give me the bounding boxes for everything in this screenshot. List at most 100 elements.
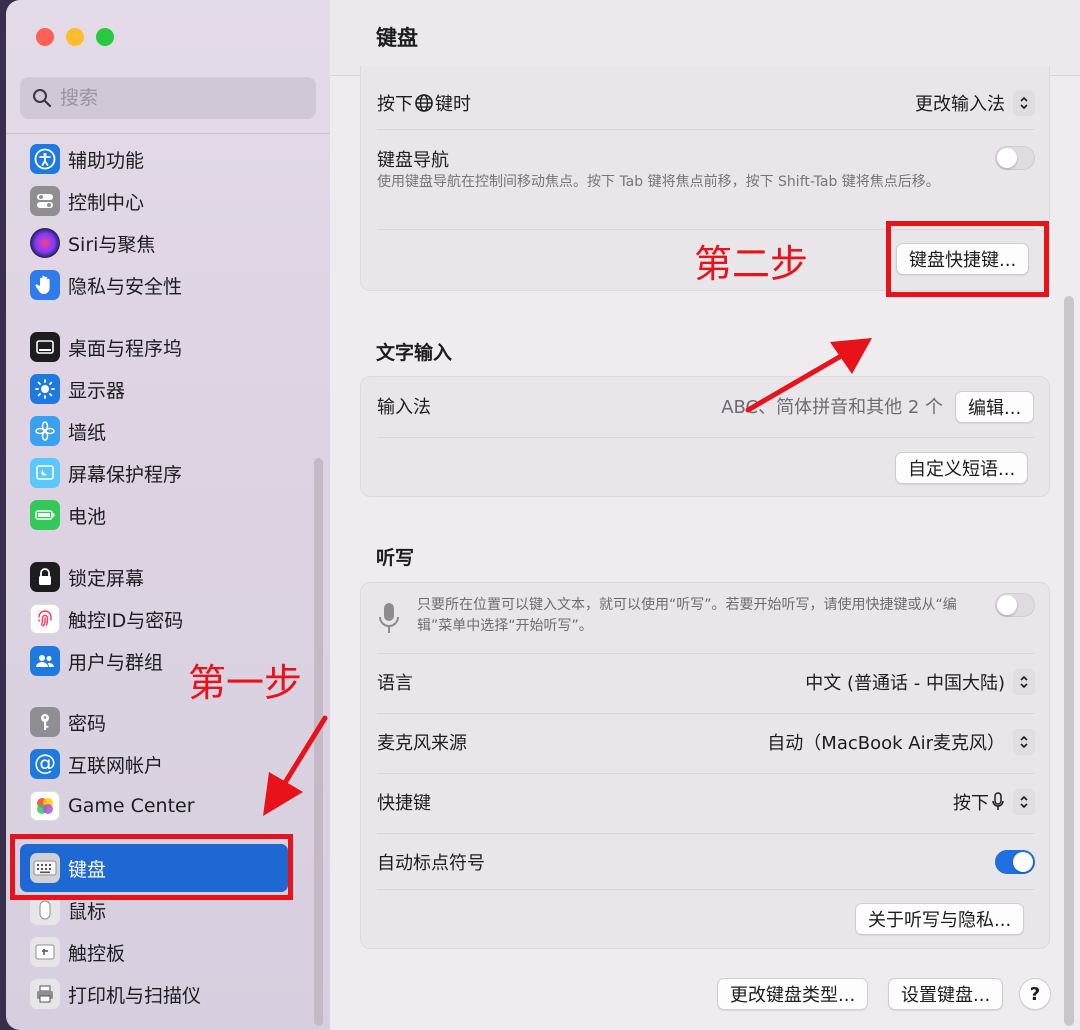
globe-key-label-pre: 按下 [377,94,413,115]
dock-icon [30,332,60,362]
sidebar-item-control-center[interactable]: 控制中心 [30,182,300,220]
sidebar-item-screensaver[interactable]: 屏幕保护程序 [30,454,300,492]
divider [377,129,1035,130]
sidebar-item-label: 电池 [68,505,107,528]
sidebar-item-label: Game Center [68,795,195,817]
printer-icon [30,979,60,1009]
sidebar-item-label: 屏幕保护程序 [68,463,183,486]
input-method-label: 输入法 [377,397,431,418]
sidebar-item-displays[interactable]: 显示器 [30,370,300,408]
main-pane: 键盘 按下 键时 更改输入法 键盘导航 使用键盘导航在控制间移动焦点。按下 Ta… [330,0,1080,1030]
minimize-window-button[interactable] [66,28,84,46]
auto-punctuation-row: 自动标点符号 [377,847,1035,877]
shortcut-popup[interactable]: 按下 [953,789,1035,815]
step1-highlight-box [10,834,293,900]
globe-key-row: 按下 键时 更改输入法 [377,88,1035,118]
keyboard-navigation-row: 键盘导航 [377,146,1035,172]
divider [377,653,1035,654]
language-value: 中文 (普通话 - 中国大陆) [805,673,1005,694]
search-input[interactable] [60,87,280,109]
step2-highlight-box [886,221,1049,297]
sidebar-item-siri[interactable]: Siri与聚焦 [30,224,300,262]
step1-arrow [263,715,328,816]
microphone-icon [379,603,399,633]
control-center-icon [30,186,60,216]
globe-icon [415,94,433,112]
setup-keyboard-button[interactable]: 设置键盘... [888,978,1004,1010]
edit-input-methods-button[interactable]: 编辑... [955,391,1035,423]
lock-icon [30,562,60,592]
keyboard-navigation-toggle[interactable] [995,146,1035,170]
sidebar-divider [6,133,330,134]
keyboard-navigation-description: 使用键盘导航在控制间移动焦点。按下 Tab 键将焦点前移，按下 Shift-Ta… [377,174,940,190]
sidebar-item-printers[interactable]: 打印机与扫描仪 [30,975,300,1013]
shortcut-label: 快捷键 [377,793,431,814]
sidebar-item-privacy[interactable]: 隐私与安全性 [30,266,300,304]
sidebar-item-accessibility[interactable]: 辅助功能 [30,140,300,178]
microphone-source-label: 麦克风来源 [377,733,467,754]
sidebar-item-label: 墙纸 [68,421,107,444]
language-popup[interactable]: 中文 (普通话 - 中国大陆) [805,669,1035,695]
sidebar-item-desktop-dock[interactable]: 桌面与程序坞 [30,328,300,366]
divider [377,833,1035,834]
microphone-source-row: 麦克风来源 自动（MacBook Air麦克风） [377,727,1035,757]
trackpad-icon [30,937,60,967]
sidebar-item-lock-screen[interactable]: 锁定屏幕 [30,558,300,596]
search-field[interactable] [20,77,316,119]
globe-key-popup[interactable]: 更改输入法 [915,90,1035,116]
input-method-row: 输入法 ABC、简体拼音和其他 2 个 [377,391,1035,421]
chevron-updown-icon [1013,669,1035,695]
key-icon [30,707,60,737]
sidebar-item-label: Siri与聚焦 [68,233,156,256]
chevron-updown-icon [1013,90,1035,116]
fingerprint-icon [30,604,60,634]
sidebar-item-wallpaper[interactable]: 墙纸 [30,412,300,450]
globe-key-value: 更改输入法 [915,94,1005,115]
dictation-privacy-button[interactable]: 关于听写与隐私... [855,903,1025,935]
battery-icon [30,500,60,530]
siri-icon [30,228,60,258]
auto-punctuation-label: 自动标点符号 [377,853,485,874]
sidebar-item-label: 用户与群组 [68,651,164,674]
help-button[interactable]: ? [1019,978,1051,1010]
dictation-section-title: 听写 [376,547,415,569]
window-controls [36,28,114,46]
custom-phrases-button[interactable]: 自定义短语... [895,452,1029,484]
chevron-updown-icon [1013,789,1035,815]
dictation-toggle[interactable] [995,593,1035,617]
sidebar-item-label: 密码 [68,712,107,735]
flower-icon [30,416,60,446]
zoom-window-button[interactable] [96,28,114,46]
sidebar-item-touch-id[interactable]: 触控ID与密码 [30,600,300,638]
language-row: 语言 中文 (普通话 - 中国大陆) [377,667,1035,697]
sidebar-item-label: 隐私与安全性 [68,275,183,298]
toolbar: 键盘 [330,0,1080,76]
divider [377,437,1035,438]
dictation-card: 只要所在位置可以键入文本，就可以使用“听写”。若要开始听写，请使用快捷键或从“编… [360,582,1050,949]
users-icon [30,646,60,676]
sidebar-item-label: 显示器 [68,379,126,402]
close-window-button[interactable] [36,28,54,46]
sidebar-item-label: 触控板 [68,942,126,965]
main-scrollbar[interactable] [1064,296,1074,1026]
divider [377,713,1035,714]
change-keyboard-type-button[interactable]: 更改键盘类型... [717,978,869,1010]
sidebar-item-label: 互联网帐户 [68,754,164,777]
dictation-description: 只要所在位置可以键入文本，就可以使用“听写”。若要开始听写，请使用快捷键或从“编… [417,597,957,634]
sidebar-item-label: 锁定屏幕 [68,567,145,590]
accessibility-icon [30,144,60,174]
keyboard-navigation-label: 键盘导航 [377,150,449,171]
step2-arrow [745,338,872,413]
search-icon [33,89,52,108]
microphone-source-popup[interactable]: 自动（MacBook Air麦克风） [767,729,1035,755]
at-icon: @ [30,749,60,779]
sidebar-item-trackpad[interactable]: 触控板 [30,933,300,971]
shortcut-row: 快捷键 按下 [377,787,1035,817]
microphone-icon [992,792,1004,810]
microphone-source-value: 自动（MacBook Air麦克风） [767,733,1005,754]
auto-punctuation-toggle[interactable] [995,850,1035,874]
page-title: 键盘 [376,26,418,50]
sidebar-item-label: 触控ID与密码 [68,609,184,632]
shortcut-value: 按下 [953,793,989,814]
sidebar-item-battery[interactable]: 电池 [30,496,300,534]
